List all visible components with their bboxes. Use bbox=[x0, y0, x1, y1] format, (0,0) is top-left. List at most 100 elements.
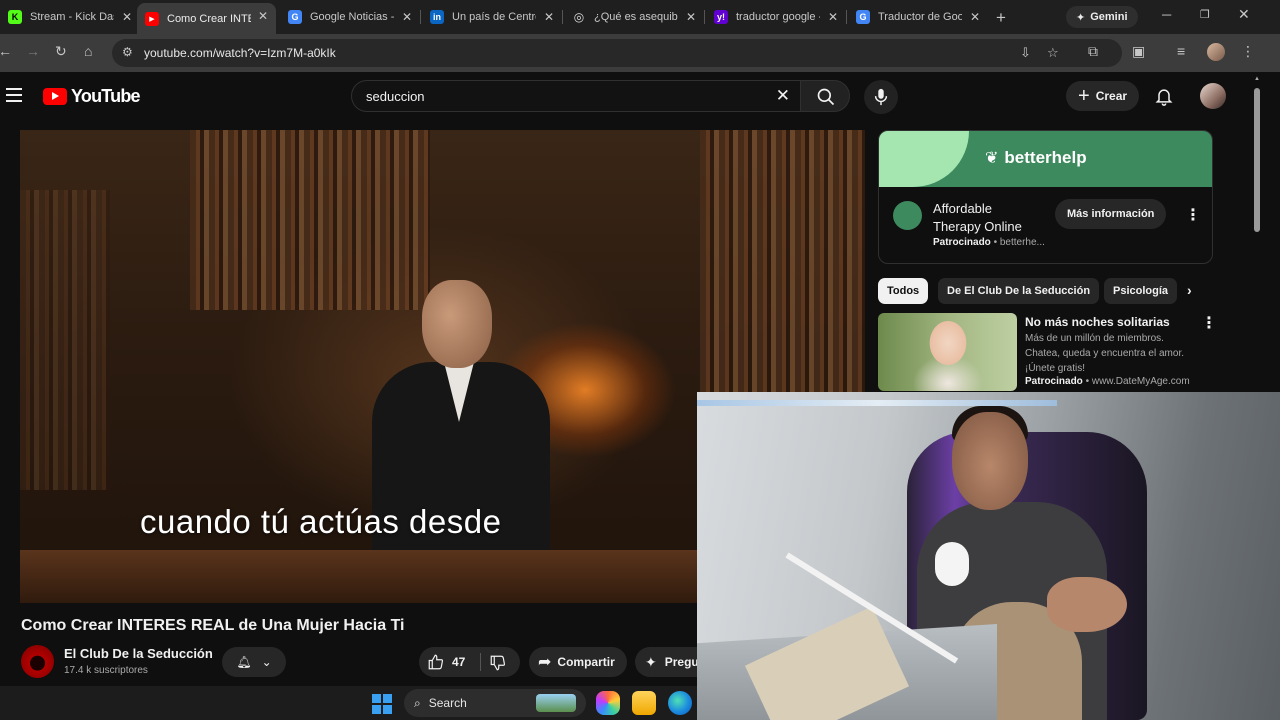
sponsored-ad-card[interactable]: ❦ betterhelp Affordable Therapy Online P… bbox=[878, 130, 1213, 264]
dislike-icon[interactable] bbox=[489, 654, 507, 672]
betterhelp-logo: ❦ betterhelp bbox=[985, 148, 1087, 168]
ad-options-icon[interactable]: ⋮ bbox=[1185, 205, 1201, 225]
windows-start-icon[interactable] bbox=[372, 694, 392, 714]
extensions-icon[interactable]: ⧉ bbox=[1088, 43, 1098, 60]
ad2-title[interactable]: No más noches solitarias bbox=[1025, 315, 1170, 329]
like-divider bbox=[480, 653, 481, 671]
sponsored-label: Patrocinado bbox=[933, 237, 991, 248]
youtube-icon: ▶ bbox=[145, 11, 159, 26]
ad2-sponsor-line: Patrocinado • www.DateMyAge.com bbox=[1025, 376, 1190, 387]
gemini-label: Gemini bbox=[1090, 11, 1128, 23]
like-count: 47 bbox=[452, 655, 466, 669]
taskbar-search-label: Search bbox=[428, 696, 467, 710]
profile-avatar[interactable] bbox=[1207, 43, 1225, 61]
scrollbar-thumb[interactable] bbox=[1254, 88, 1260, 232]
search-input[interactable]: seduccion ✕ bbox=[351, 80, 801, 112]
close-tab-icon[interactable]: ✕ bbox=[544, 10, 554, 24]
yahoo-icon: y! bbox=[714, 10, 728, 24]
video-title: Como Crear INTERES REAL de Una Mujer Hac… bbox=[21, 617, 405, 634]
tab-google-translate[interactable]: G Traductor de Goog ✕ bbox=[848, 4, 988, 30]
like-icon[interactable] bbox=[427, 653, 445, 671]
reload-icon[interactable]: ↻ bbox=[55, 43, 67, 60]
clear-search-icon[interactable]: ✕ bbox=[776, 86, 790, 106]
voice-search-button[interactable] bbox=[864, 80, 898, 114]
close-tab-icon[interactable]: ✕ bbox=[258, 9, 268, 23]
new-tab-button[interactable]: + bbox=[996, 8, 1006, 28]
restore-button[interactable]: ❐ bbox=[1200, 8, 1210, 21]
bell-icon bbox=[1155, 89, 1173, 106]
youtube-wordmark: YouTube bbox=[71, 86, 141, 106]
ad2-domain: www.DateMyAge.com bbox=[1091, 376, 1190, 387]
channel-avatar[interactable] bbox=[21, 645, 54, 678]
tab-chatgpt[interactable]: ◎ ¿Qué es asequibilic ✕ bbox=[564, 4, 704, 30]
gemini-button[interactable]: ✦ Gemini bbox=[1066, 6, 1138, 28]
notifications-button[interactable] bbox=[1154, 86, 1174, 111]
subscriber-count: 17.4 k suscriptores bbox=[64, 665, 148, 676]
create-label: Crear bbox=[1095, 89, 1128, 103]
ad-brand-name: betterhelp bbox=[1004, 148, 1087, 167]
ad2-thumbnail[interactable] bbox=[878, 313, 1017, 391]
search-icon: ⌕ bbox=[414, 695, 421, 710]
browser-menu-icon[interactable]: ⋮ bbox=[1241, 43, 1255, 60]
chatgpt-icon: ◎ bbox=[573, 10, 585, 24]
close-tab-icon[interactable]: ✕ bbox=[402, 10, 412, 24]
gemini-sparkle-icon: ✦ bbox=[1076, 11, 1086, 24]
reading-list-icon[interactable]: ≡ bbox=[1177, 43, 1185, 59]
tab-linkedin[interactable]: in Un país de Centro ✕ bbox=[422, 4, 562, 30]
youtube-logo[interactable]: YouTube bbox=[43, 86, 141, 107]
browser-tabstrip: K Stream - Kick Dash ✕ ▶ Como Crear INTE… bbox=[0, 0, 1280, 34]
tab-yahoo[interactable]: y! traductor google - ✕ bbox=[706, 4, 846, 30]
tab-divider bbox=[420, 10, 421, 24]
share-arrow-icon: ➦ bbox=[538, 654, 552, 671]
close-window-button[interactable]: ✕ bbox=[1238, 6, 1250, 23]
home-icon[interactable]: ⌂ bbox=[84, 43, 92, 59]
address-bar[interactable]: ⚙ youtube.com/watch?v=Izm7M-a0kIk ⇩ ☆ bbox=[112, 39, 1122, 67]
edge-icon[interactable] bbox=[668, 691, 692, 715]
address-url[interactable]: youtube.com/watch?v=Izm7M-a0kIk bbox=[144, 46, 336, 60]
bookmark-star-icon[interactable]: ☆ bbox=[1047, 45, 1059, 61]
webcam-overlay bbox=[697, 392, 1280, 720]
google-news-icon: G bbox=[288, 10, 302, 24]
ad-banner[interactable]: ❦ betterhelp bbox=[879, 131, 1212, 187]
create-button[interactable]: + Crear bbox=[1066, 81, 1140, 111]
ad-title[interactable]: Affordable Therapy Online bbox=[933, 200, 1043, 236]
file-explorer-icon[interactable] bbox=[632, 691, 656, 715]
video-caption: cuando tú actúas desde bbox=[140, 503, 502, 540]
share-button[interactable]: ➦ Compartir bbox=[529, 647, 627, 677]
youtube-play-icon bbox=[43, 88, 67, 105]
chip-channel[interactable]: De El Club De la Seducción bbox=[938, 278, 1100, 304]
tab-google-news[interactable]: G Google Noticias - l ✕ bbox=[280, 4, 420, 30]
tab-kick[interactable]: K Stream - Kick Dash ✕ bbox=[0, 4, 140, 30]
close-tab-icon[interactable]: ✕ bbox=[686, 10, 696, 24]
tab-title: ¿Qué es asequibilic bbox=[594, 11, 678, 23]
tab-youtube[interactable]: ▶ Como Crear INTER ✕ bbox=[137, 3, 276, 34]
taskbar-search[interactable]: ⌕ Search bbox=[404, 689, 586, 717]
tab-title: Como Crear INTER bbox=[167, 12, 251, 25]
ad-banner-shape bbox=[879, 131, 969, 187]
scroll-up-icon[interactable]: ▲ bbox=[1254, 76, 1260, 82]
forward-icon[interactable]: → bbox=[26, 43, 40, 59]
close-tab-icon[interactable]: ✕ bbox=[122, 10, 132, 24]
site-settings-icon[interactable]: ⚙ bbox=[122, 45, 133, 59]
chip-all[interactable]: Todos bbox=[878, 278, 929, 304]
chevron-right-icon[interactable]: › bbox=[1187, 282, 1192, 298]
windows-taskbar: ⌕ Search bbox=[0, 686, 697, 720]
close-tab-icon[interactable]: ✕ bbox=[828, 10, 838, 24]
account-avatar[interactable] bbox=[1200, 83, 1226, 109]
search-button[interactable] bbox=[800, 80, 850, 112]
sponsored-label: Patrocinado bbox=[1025, 376, 1083, 387]
bookshelf-far bbox=[20, 190, 110, 490]
copilot-icon[interactable] bbox=[596, 691, 620, 715]
back-icon[interactable]: ← bbox=[0, 43, 12, 59]
close-tab-icon[interactable]: ✕ bbox=[970, 10, 980, 24]
ad2-options-icon[interactable]: ⋮ bbox=[1201, 313, 1217, 333]
channel-name[interactable]: El Club De la Seducción bbox=[64, 646, 213, 661]
install-app-icon[interactable]: ⇩ bbox=[1020, 45, 1031, 61]
chip-psychology[interactable]: Psicología bbox=[1104, 278, 1178, 304]
tab-search-icon[interactable]: ▣ bbox=[1132, 43, 1145, 60]
more-info-button[interactable]: Más información bbox=[1055, 199, 1167, 229]
menu-icon[interactable] bbox=[6, 88, 22, 106]
subscription-notifications-button[interactable]: 🔔︎ ⌄ bbox=[222, 647, 286, 677]
bell-icon: 🔔︎ bbox=[236, 655, 252, 669]
minimize-button[interactable]: ─ bbox=[1162, 7, 1171, 22]
